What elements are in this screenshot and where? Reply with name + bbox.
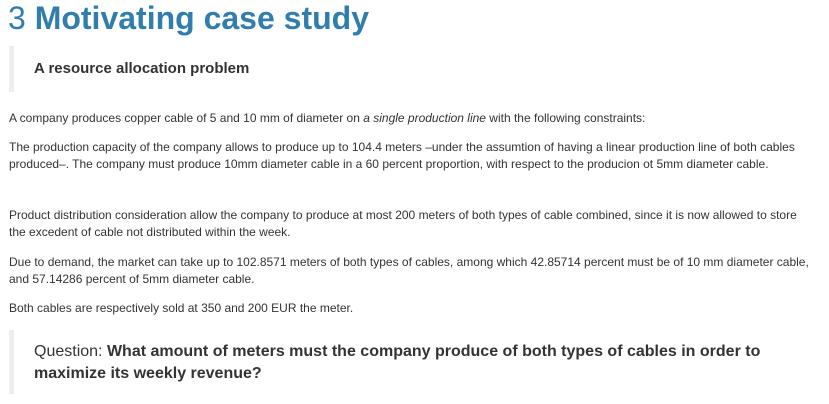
question-callout: Question: What amount of meters must the… bbox=[9, 330, 804, 394]
intro-text-after: with the following constraints: bbox=[485, 111, 646, 125]
document-page: 3 Motivating case study A resource alloc… bbox=[0, 0, 829, 404]
section-heading: Motivating case study bbox=[34, 0, 369, 36]
problem-callout: A resource allocation problem bbox=[9, 46, 794, 92]
section-title: 3 Motivating case study bbox=[8, 0, 369, 36]
question-text: What amount of meters must the company p… bbox=[34, 343, 761, 382]
capacity-paragraph: The production capacity of the company a… bbox=[9, 140, 795, 171]
price-paragraph: Both cables are respectively sold at 350… bbox=[9, 301, 354, 315]
distribution-paragraph: Product distribution consideration allow… bbox=[9, 208, 797, 239]
section-number: 3 bbox=[8, 0, 26, 36]
intro-paragraph: A company produces copper cable of 5 and… bbox=[9, 110, 809, 127]
question-label: Question: bbox=[34, 343, 107, 360]
question-block: Question: What amount of meters must the… bbox=[34, 341, 774, 385]
demand-paragraph: Due to demand, the market can take up to… bbox=[9, 255, 809, 286]
intro-text-before: A company produces copper cable of 5 and… bbox=[9, 111, 364, 125]
callout-heading: A resource allocation problem bbox=[34, 60, 250, 77]
intro-emphasis: a single production line bbox=[363, 111, 486, 125]
